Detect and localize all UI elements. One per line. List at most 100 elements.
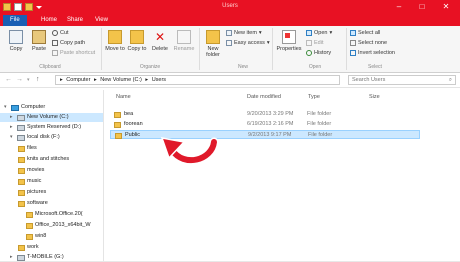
recent-locations-icon[interactable]: ▾ xyxy=(27,77,30,83)
edit-icon xyxy=(306,40,312,46)
paste-button[interactable]: Paste xyxy=(28,30,50,52)
ribbon-tabs: File Home Share View xyxy=(0,14,460,26)
easy-access-icon xyxy=(226,40,232,46)
copy-path-button[interactable]: Copy path xyxy=(52,40,85,46)
delete-icon: ✕ xyxy=(154,30,166,44)
new-folder-icon xyxy=(206,30,220,44)
nav-item-system-reserved[interactable]: ▸ System Reserved (D:) xyxy=(10,123,81,132)
column-header-type[interactable]: Type xyxy=(308,94,320,100)
address-row: ← → ▾ ↑ ▸ Computer ▸ New Volume (C:) ▸ U… xyxy=(0,73,460,88)
copy-to-button[interactable]: Copy to xyxy=(126,30,148,52)
close-button[interactable]: ✕ xyxy=(435,0,457,14)
title-bar: Users – □ ✕ xyxy=(0,0,460,14)
cut-button[interactable]: Cut xyxy=(52,30,69,36)
nav-item-movies[interactable]: movies xyxy=(18,166,44,175)
nav-item-music[interactable]: music xyxy=(18,177,41,186)
properties-icon[interactable] xyxy=(14,3,22,11)
breadcrumb-drive[interactable]: New Volume (C:) xyxy=(100,77,142,83)
copy-to-icon xyxy=(130,30,144,44)
folder-icon xyxy=(26,233,33,240)
nav-item-new-volume[interactable]: ▸ New Volume (C:) xyxy=(0,113,103,122)
nav-item-ms-office[interactable]: Microsoft.Office.20( xyxy=(26,210,83,219)
new-folder-button[interactable]: New folder xyxy=(202,30,224,58)
breadcrumb-separator-icon: ▸ xyxy=(145,77,149,83)
list-item[interactable]: bea 9/20/2013 3:29 PM File folder xyxy=(110,110,420,119)
search-icon: ⌕ xyxy=(448,77,452,83)
nav-item-software[interactable]: software xyxy=(18,199,48,208)
copy-icon xyxy=(9,30,23,44)
back-icon[interactable]: ← xyxy=(5,76,12,83)
copy-path-icon xyxy=(52,40,58,46)
nav-item-computer[interactable]: ▾ Computer xyxy=(4,103,45,112)
quick-access-toolbar xyxy=(3,2,42,12)
nav-item-local-disk[interactable]: ▾ local disk (F:) xyxy=(10,133,60,142)
new-item-icon xyxy=(226,30,232,36)
history-button[interactable]: History xyxy=(306,50,331,56)
nav-item-office-2013[interactable]: Office_2013_x64bit_W xyxy=(26,221,91,230)
folder-icon xyxy=(18,156,25,163)
invert-selection-button[interactable]: Invert selection xyxy=(350,50,395,56)
delete-button[interactable]: ✕ Delete xyxy=(149,30,171,52)
properties-icon xyxy=(282,30,296,44)
breadcrumb-separator-icon: ▸ xyxy=(93,77,97,83)
column-header-size[interactable]: Size xyxy=(369,94,380,100)
select-all-button[interactable]: Select all xyxy=(350,30,380,36)
select-none-button[interactable]: Select none xyxy=(350,40,387,46)
expand-icon[interactable]: ▸ xyxy=(10,113,15,122)
rename-icon xyxy=(177,30,191,44)
collapse-icon[interactable]: ▾ xyxy=(10,133,15,142)
forward-icon[interactable]: → xyxy=(16,76,23,83)
copy-button[interactable]: Copy xyxy=(6,30,26,52)
nav-item-work[interactable]: work xyxy=(18,243,39,252)
maximize-button[interactable]: □ xyxy=(411,0,433,14)
folder-icon xyxy=(18,200,25,207)
open-icon xyxy=(306,30,312,36)
tab-file[interactable]: File xyxy=(3,15,27,26)
tab-share[interactable]: Share xyxy=(62,15,88,26)
select-none-icon xyxy=(350,40,356,46)
folder-icon xyxy=(18,244,25,251)
paste-icon xyxy=(32,30,46,44)
column-header-name[interactable]: Name xyxy=(116,94,131,100)
ribbon-divider xyxy=(101,28,102,70)
expand-icon[interactable]: ▸ xyxy=(10,123,15,132)
column-header-date[interactable]: Date modified xyxy=(247,94,281,100)
move-to-button[interactable]: Move to xyxy=(104,30,126,52)
customize-dropdown-icon[interactable] xyxy=(36,5,42,9)
folder-icon xyxy=(18,145,25,152)
search-input[interactable]: Search Users ⌕ xyxy=(348,75,456,85)
breadcrumb-computer[interactable]: Computer xyxy=(66,77,90,83)
nav-item-knits[interactable]: knits and stitches xyxy=(18,155,69,164)
select-group-label: Select xyxy=(368,64,382,70)
select-all-icon xyxy=(350,30,356,36)
folder-icon xyxy=(18,178,25,185)
nav-item-win8[interactable]: win8 xyxy=(26,232,46,241)
folder-icon xyxy=(26,211,33,218)
minimize-button[interactable]: – xyxy=(388,0,410,14)
folder-icon xyxy=(26,222,33,229)
paste-shortcut-button[interactable]: Paste shortcut xyxy=(52,50,95,56)
tab-home[interactable]: Home xyxy=(36,15,62,26)
new-item-button[interactable]: New item ▾ xyxy=(226,30,262,36)
address-bar[interactable]: ▸ Computer ▸ New Volume (C:) ▸ Users xyxy=(55,75,340,85)
tab-view[interactable]: View xyxy=(90,15,113,26)
edit-button[interactable]: Edit xyxy=(306,40,323,46)
breadcrumb-users[interactable]: Users xyxy=(152,77,166,83)
open-group-label: Open xyxy=(308,64,322,70)
dropdown-icon: ▾ xyxy=(266,40,270,46)
ribbon: Copy Paste Cut Copy path Paste shortcut … xyxy=(0,26,460,73)
folder-icon xyxy=(115,132,122,139)
move-to-icon xyxy=(108,30,122,44)
up-icon[interactable]: ↑ xyxy=(36,76,40,83)
drive-icon xyxy=(17,254,25,261)
nav-item-pictures[interactable]: pictures xyxy=(18,188,46,197)
new-folder-icon[interactable] xyxy=(25,3,33,11)
rename-button[interactable]: Rename xyxy=(172,30,196,52)
open-button[interactable]: Open ▾ xyxy=(306,30,332,36)
collapse-icon[interactable]: ▾ xyxy=(4,103,9,112)
easy-access-button[interactable]: Easy access ▾ xyxy=(226,40,270,46)
properties-button[interactable]: Properties xyxy=(275,30,303,52)
nav-item-files[interactable]: files xyxy=(18,144,37,153)
new-group-label: New xyxy=(237,64,248,70)
ribbon-divider xyxy=(199,28,200,70)
